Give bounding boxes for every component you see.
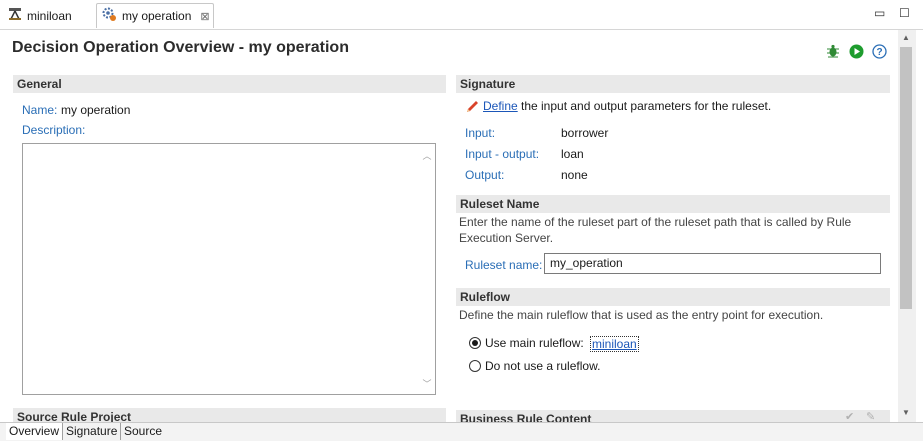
- ruleset-description-line2: Execution Server.: [459, 231, 554, 245]
- maximize-icon[interactable]: ☐: [899, 6, 910, 20]
- tab-signature[interactable]: Signature: [63, 423, 122, 440]
- svg-text:?: ?: [876, 47, 882, 58]
- ruleset-name-input[interactable]: my_operation: [544, 253, 881, 274]
- close-icon[interactable]: ⊠: [200, 10, 209, 23]
- no-ruleflow-label: Do not use a ruleflow.: [485, 359, 601, 373]
- page-scroll-thumb[interactable]: [900, 47, 912, 309]
- ruleflow-description: Define the main ruleflow that is used as…: [459, 308, 824, 322]
- name-value[interactable]: my operation: [61, 103, 130, 117]
- scroll-up-icon[interactable]: ︿: [419, 149, 435, 162]
- name-label: Name:: [22, 103, 58, 117]
- use-main-ruleflow-label: Use main ruleflow:: [485, 336, 584, 350]
- scroll-down-arrow-icon[interactable]: ▼: [902, 408, 910, 417]
- ruleset-section-header: Ruleset Name: [456, 195, 890, 213]
- description-label: Description:: [22, 123, 86, 137]
- description-scrollbar[interactable]: ︿ ﹀: [419, 144, 435, 394]
- debug-icon[interactable]: [825, 43, 841, 59]
- tab-my-operation[interactable]: my operation ⊠: [96, 3, 214, 28]
- description-textarea[interactable]: ︿ ﹀: [22, 143, 436, 395]
- page-title: Decision Operation Overview - my operati…: [12, 39, 349, 56]
- minimize-icon[interactable]: ▭: [874, 6, 885, 20]
- define-description: the input and output parameters for the …: [521, 99, 772, 113]
- tab-label: miniloan: [27, 8, 72, 23]
- ruleflow-icon: [8, 7, 22, 24]
- tab-source[interactable]: Source: [121, 423, 165, 440]
- ruleflow-section-header: Ruleflow: [456, 288, 890, 306]
- run-icon[interactable]: [848, 43, 864, 59]
- tab-miniloan[interactable]: miniloan: [8, 3, 72, 28]
- ruleset-description-line1: Enter the name of the ruleset part of th…: [459, 215, 852, 229]
- tab-overview[interactable]: Overview: [6, 423, 64, 440]
- output-value: none: [561, 168, 588, 182]
- output-label: Output:: [465, 168, 505, 182]
- business-rule-content-header: Business Rule Content: [456, 410, 890, 422]
- input-output-value: loan: [561, 147, 584, 161]
- radio-unselected[interactable]: [469, 360, 481, 372]
- define-link[interactable]: Define: [483, 99, 518, 113]
- input-output-label: Input - output:: [465, 147, 540, 161]
- no-ruleflow-option[interactable]: Do not use a ruleflow.: [469, 359, 600, 373]
- input-value: borrower: [561, 126, 609, 140]
- input-label: Input:: [465, 126, 496, 140]
- general-section-header: General: [13, 75, 446, 93]
- ruleset-name-label: Ruleset name:: [465, 258, 543, 272]
- scroll-up-arrow-icon[interactable]: ▲: [902, 33, 910, 42]
- pencil-icon: [465, 99, 480, 117]
- decision-operation-icon: [102, 7, 117, 25]
- tab-label: my operation: [122, 9, 192, 23]
- scroll-down-icon[interactable]: ﹀: [419, 377, 435, 390]
- help-icon[interactable]: ?: [871, 43, 887, 59]
- main-ruleflow-link[interactable]: miniloan: [590, 336, 639, 352]
- use-main-ruleflow-option[interactable]: Use main ruleflow:: [469, 336, 584, 350]
- source-rule-project-header: Source Rule Project: [13, 408, 446, 422]
- radio-selected[interactable]: [469, 337, 481, 349]
- signature-section-header: Signature: [456, 75, 890, 93]
